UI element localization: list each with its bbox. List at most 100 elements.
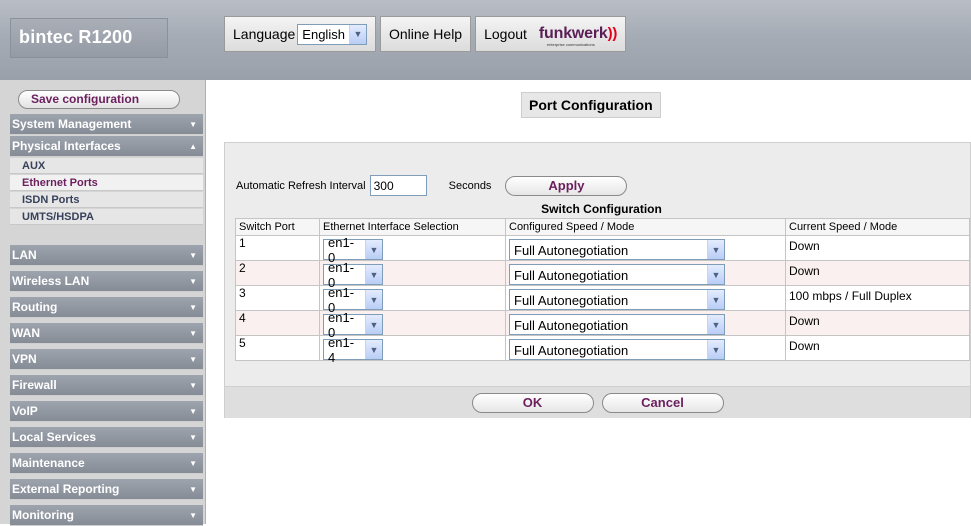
- language-selector: Language English ▼: [224, 16, 376, 52]
- port-number: 5: [235, 335, 320, 361]
- column-header: Ethernet Interface Selection: [319, 218, 506, 236]
- configured-speed-select[interactable]: Full Autonegotiation ▼: [509, 264, 725, 285]
- ok-button[interactable]: OK: [471, 392, 594, 413]
- column-header: Current Speed / Mode: [785, 218, 970, 236]
- sidebar-item-label: LAN: [12, 248, 37, 262]
- chevron-down-icon: ▼: [707, 340, 724, 359]
- table-row: 5 en1-4 ▼ Full Autonegotiation ▼ Down: [235, 335, 970, 365]
- sidebar-item-routing[interactable]: Routing ▼: [10, 297, 203, 318]
- language-label: Language: [233, 26, 296, 42]
- configured-speed-value: Full Autonegotiation: [514, 242, 629, 258]
- sidebar-item-local-services[interactable]: Local Services ▼: [10, 427, 203, 448]
- sidebar-item-wireless-lan[interactable]: Wireless LAN ▼: [10, 271, 203, 292]
- interface-cell: en1-0 ▼: [319, 310, 506, 340]
- configured-speed-select[interactable]: Full Autonegotiation ▼: [509, 239, 725, 260]
- speed-cell: Full Autonegotiation ▼: [505, 260, 786, 286]
- sidebar-item-label: System Management: [12, 117, 132, 131]
- chevron-down-icon: ▼: [189, 433, 197, 442]
- interface-value: en1-0: [328, 310, 355, 340]
- logo-tagline: enterprise communications: [546, 42, 595, 47]
- configured-speed-select[interactable]: Full Autonegotiation ▼: [509, 314, 725, 335]
- chevron-down-icon: ▼: [189, 277, 197, 286]
- interface-select[interactable]: en1-0 ▼: [323, 310, 383, 340]
- current-speed: Down: [785, 335, 970, 361]
- configured-speed-value: Full Autonegotiation: [514, 342, 629, 358]
- configured-speed-value: Full Autonegotiation: [514, 292, 629, 308]
- product-name: bintec R1200: [19, 27, 133, 47]
- port-number: 2: [235, 260, 320, 286]
- chevron-down-icon: ▼: [189, 485, 197, 494]
- language-select[interactable]: English ▼: [297, 23, 367, 45]
- speed-cell: Full Autonegotiation ▼: [505, 235, 786, 261]
- interface-select[interactable]: en1-0 ▼: [323, 285, 383, 315]
- chevron-down-icon: ▼: [365, 265, 382, 284]
- sidebar-item-physical-interfaces[interactable]: Physical Interfaces ▲: [10, 136, 203, 157]
- interface-cell: en1-0 ▼: [319, 235, 506, 265]
- chevron-down-icon: ▼: [189, 251, 197, 260]
- switch-config-table: Switch Port Ethernet Interface Selection…: [235, 218, 970, 365]
- refresh-row: Automatic Refresh Interval Seconds Apply: [236, 173, 628, 198]
- header-bar: bintec R1200 Language English ▼ Online H…: [0, 0, 971, 80]
- sidebar-item-wan[interactable]: WAN ▼: [10, 323, 203, 344]
- speed-cell: Full Autonegotiation ▼: [505, 310, 786, 336]
- configured-speed-select[interactable]: Full Autonegotiation ▼: [509, 289, 725, 310]
- configured-speed-select[interactable]: Full Autonegotiation ▼: [509, 339, 725, 360]
- seconds-label: Seconds: [448, 179, 492, 192]
- chevron-down-icon: ▼: [189, 381, 197, 390]
- sidebar-item-monitoring[interactable]: Monitoring ▼: [10, 505, 203, 526]
- speed-cell: Full Autonegotiation ▼: [505, 335, 786, 361]
- language-value: English: [302, 27, 345, 42]
- cancel-button[interactable]: Cancel: [601, 392, 724, 413]
- port-number: 1: [235, 235, 320, 261]
- sidebar-subitem-umts-hsdpa[interactable]: UMTS/HSDPA: [10, 209, 203, 225]
- online-help-button[interactable]: Online Help: [379, 16, 472, 52]
- sidebar-item-voip[interactable]: VoIP ▼: [10, 401, 203, 422]
- sidebar-item-label: Routing: [12, 300, 58, 314]
- sidebar-item-external-reporting[interactable]: External Reporting ▼: [10, 479, 203, 500]
- interface-value: en1-4: [328, 335, 355, 365]
- table-row: 4 en1-0 ▼ Full Autonegotiation ▼ Down: [235, 310, 970, 340]
- chevron-down-icon: ▼: [189, 355, 197, 364]
- sidebar-item-label: Firewall: [12, 378, 57, 392]
- sidebar-item-system-management[interactable]: System Management ▼: [10, 114, 203, 135]
- chevron-down-icon: ▼: [189, 120, 197, 129]
- interface-value: en1-0: [328, 285, 355, 315]
- sidebar-item-label: Maintenance: [12, 456, 85, 470]
- refresh-interval-input[interactable]: [369, 175, 427, 196]
- sidebar-subitem-isdn-ports[interactable]: ISDN Ports: [10, 192, 203, 208]
- interface-value: en1-0: [328, 235, 355, 265]
- chevron-down-icon: ▼: [189, 303, 197, 312]
- top-toolbar: Language English ▼ Online Help Logout fu…: [224, 16, 627, 52]
- signal-wave-icon: )): [607, 25, 618, 42]
- logout-and-logo: Logout funkwerk)) enterprise communicati…: [475, 16, 627, 52]
- sidebar-item-vpn[interactable]: VPN ▼: [10, 349, 203, 370]
- sidebar-item-maintenance[interactable]: Maintenance ▼: [10, 453, 203, 474]
- table-row: 2 en1-0 ▼ Full Autonegotiation ▼ Down: [235, 260, 970, 290]
- logout-link[interactable]: Logout: [484, 26, 527, 42]
- interface-select[interactable]: en1-4 ▼: [323, 335, 383, 365]
- apply-button[interactable]: Apply: [505, 175, 628, 196]
- chevron-down-icon: ▼: [189, 459, 197, 468]
- chevron-down-icon: ▼: [365, 290, 382, 309]
- sidebar-item-label: VoIP: [12, 404, 38, 418]
- chevron-down-icon: ▼: [707, 290, 724, 309]
- chevron-up-icon: ▲: [189, 142, 197, 151]
- interface-select[interactable]: en1-0 ▼: [323, 235, 383, 265]
- sidebar-subitem-ethernet-ports[interactable]: Ethernet Ports: [10, 175, 203, 191]
- interface-cell: en1-0 ▼: [319, 260, 506, 290]
- chevron-down-icon: ▼: [365, 315, 382, 334]
- chevron-down-icon: ▼: [365, 240, 382, 259]
- chevron-down-icon: ▼: [189, 329, 197, 338]
- funkwerk-logo: funkwerk)) enterprise communications: [539, 25, 618, 47]
- refresh-interval-label: Automatic Refresh Interval: [236, 179, 366, 192]
- interface-select[interactable]: en1-0 ▼: [323, 260, 383, 290]
- sidebar-subitem-aux[interactable]: AUX: [10, 158, 203, 174]
- table-row: 3 en1-0 ▼ Full Autonegotiation ▼ 100 mbp…: [235, 285, 970, 315]
- sidebar-nav: Save configuration System Management ▼ P…: [0, 80, 206, 526]
- sidebar-item-firewall[interactable]: Firewall ▼: [10, 375, 203, 396]
- sidebar-item-lan[interactable]: LAN ▼: [10, 245, 203, 266]
- product-badge: bintec R1200: [10, 18, 168, 58]
- table-header-row: Switch Port Ethernet Interface Selection…: [235, 218, 970, 236]
- save-configuration-button[interactable]: Save configuration: [18, 90, 180, 109]
- sidebar-item-label: Local Services: [12, 430, 97, 444]
